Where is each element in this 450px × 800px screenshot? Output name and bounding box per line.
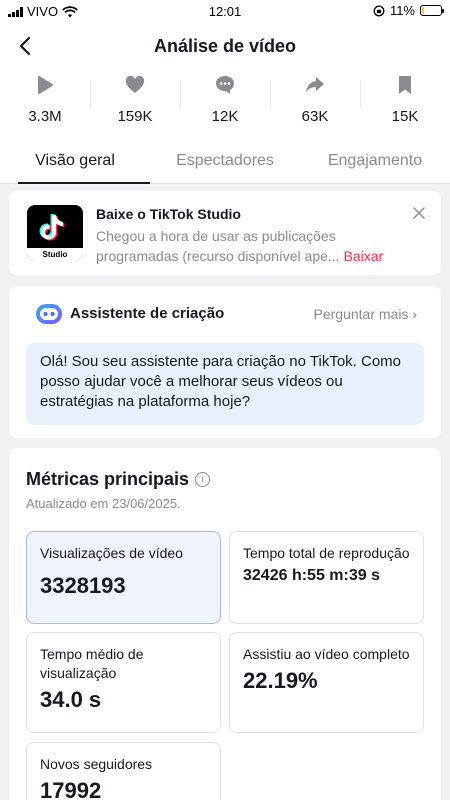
stat-likes: 159K [90,74,180,125]
info-icon[interactable]: i [195,472,211,487]
battery-fill [422,7,424,14]
stat-value: 63K [301,108,329,125]
comment-icon [216,76,234,94]
heart-icon [125,75,145,93]
battery-percent: 11% [389,3,415,18]
orientation-lock-icon [373,5,385,16]
share-icon [306,77,324,93]
assistant-title: Assistente de criação [70,305,225,322]
stat-comments: 12K [180,74,270,125]
metric-value: 22.19% [243,668,318,693]
ask-more-label: Perguntar mais [313,306,409,322]
metric-label: Novos seguidores [40,756,153,772]
close-icon[interactable] [411,205,427,221]
stat-saves: 15K [360,74,450,125]
assistant-message: Olá! Sou seu assistente para criação no … [26,343,424,425]
tiktok-studio-logo: Studio [27,205,83,261]
tab-engagement[interactable]: Engajamento [300,150,450,183]
assistant-robot-icon [36,304,62,324]
metrics-title: Métricas principais [26,469,190,489]
tab-bar: Visão geral Espectadores Engajamento [0,150,450,184]
banner-text: Chegou a hora de usar as publicações pro… [96,228,340,264]
tab-viewers[interactable]: Espectadores [150,150,300,183]
bookmark-icon [399,76,411,94]
page-title: Análise de vídeo [153,36,297,56]
metric-label: Assistiu ao vídeo completo [243,646,410,662]
play-icon [38,76,53,94]
ask-more-button[interactable]: Perguntar mais › [314,306,418,322]
metric-value: 17992 [40,778,102,800]
metric-video-views[interactable]: Visualizações de vídeo 3328193 [26,531,221,624]
metric-label: Tempo médio de visualização [40,646,144,681]
metric-total-play-time[interactable]: Tempo total de reprodução 32426 h:55 m:3… [229,531,424,624]
metric-value: 3328193 [40,573,126,598]
chevron-right-icon: › [412,306,417,322]
metric-new-followers[interactable]: Novos seguidores 17992 [26,742,221,800]
status-bar: VIVO 12:01 11% [0,0,450,24]
metric-value: 32426 h:55 m:39 s [243,567,380,584]
metric-label: Visualizações de vídeo [40,545,183,561]
app-label: Studio [27,248,83,261]
banner-title: Baixe o TikTok Studio [96,206,241,222]
studio-banner[interactable]: Studio Baixe o TikTok Studio Chegou a ho… [9,191,441,275]
metric-value: 34.0 s [40,687,102,712]
metric-label: Tempo total de reprodução [243,545,410,561]
creation-assistant-card: Assistente de criação Perguntar mais › O… [9,286,441,438]
stats-row: 3.3M 159K 12K 63K 15K [0,74,450,125]
stat-value: 12K [211,108,239,125]
key-metrics-card: Métricas principais i Atualizado em 23/0… [9,448,441,800]
stat-value: 15K [391,108,419,125]
stat-value: 159K [117,108,153,125]
stat-value: 3.3M [28,108,62,125]
updated-date: Atualizado em 23/06/2025. [26,496,181,511]
metrics-header: Métricas principais i [26,469,211,490]
stat-shares: 63K [270,74,360,125]
metric-avg-watch-time[interactable]: Tempo médio de visualização 34.0 s [26,632,221,733]
battery-icon [420,5,444,16]
stat-views: 3.3M [0,74,90,125]
metric-watched-full[interactable]: Assistiu ao vídeo completo 22.19% [229,632,424,733]
tab-overview[interactable]: Visão geral [0,150,150,184]
banner-description: Chegou a hora de usar as publicações pro… [96,226,416,266]
header: Análise de vídeo 3.3M 159K 12K 63K 15K V… [0,24,450,184]
download-link[interactable]: Baixar [343,248,383,264]
tiktok-logo-icon [39,214,65,241]
